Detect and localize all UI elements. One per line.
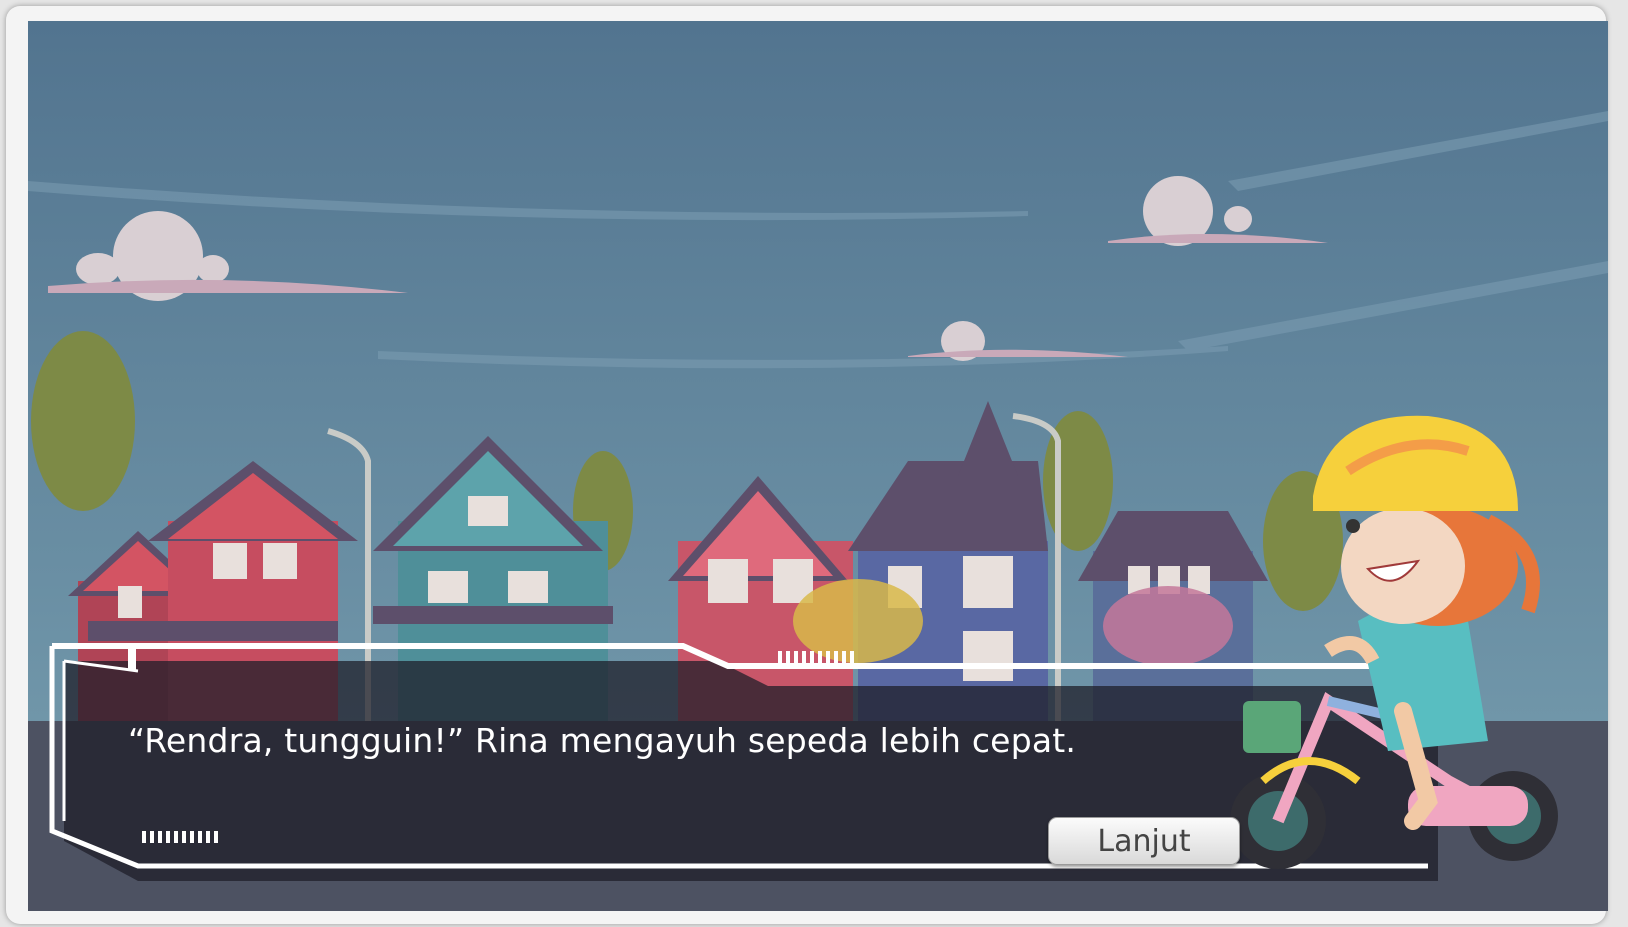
- next-button[interactable]: Lanjut: [1048, 817, 1240, 865]
- background-scene: [28, 21, 1608, 911]
- game-stage: “Rendra, tungguin!” Rina mengayuh sepeda…: [28, 21, 1608, 911]
- dialog-text: “Rendra, tungguin!” Rina mengayuh sepeda…: [128, 721, 1077, 760]
